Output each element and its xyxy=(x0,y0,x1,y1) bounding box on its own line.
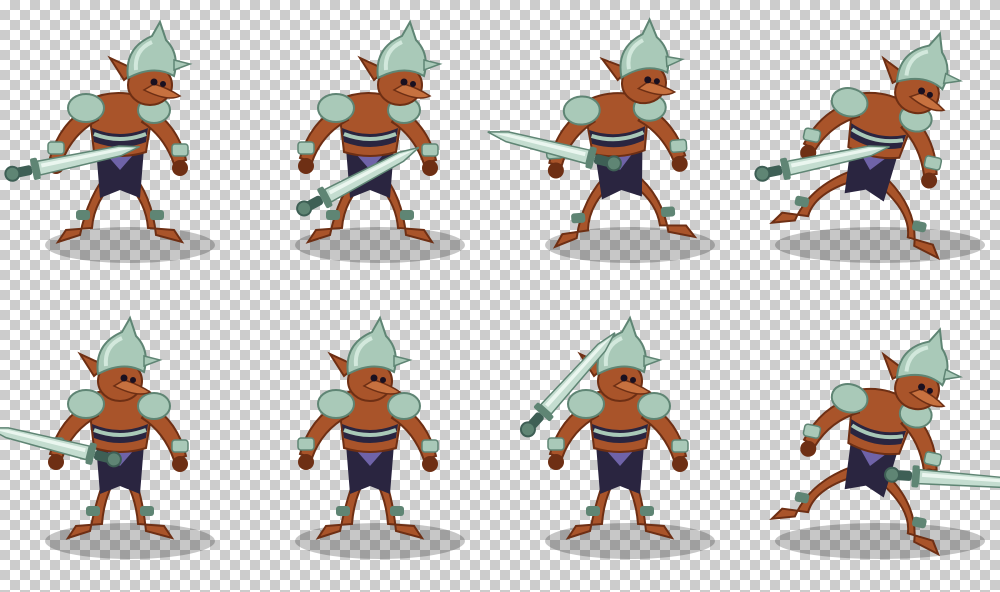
goblin-character xyxy=(295,315,465,559)
sprite-lunge-attack-graphic xyxy=(769,327,1000,559)
goblin-character xyxy=(295,19,465,263)
goblin-character xyxy=(487,17,715,263)
eye xyxy=(400,78,408,86)
sprite-idle-1 xyxy=(0,0,250,296)
shoulder-pad xyxy=(67,389,105,419)
sprite-front-1 xyxy=(0,296,250,592)
ground-shadow xyxy=(45,523,215,559)
goblin-character xyxy=(4,19,215,263)
eye xyxy=(120,374,128,382)
sprite-run xyxy=(750,0,1000,296)
eye xyxy=(370,374,378,382)
goblin-head xyxy=(327,315,413,402)
sprite-attack-raise xyxy=(500,296,750,592)
sprite-front-2 xyxy=(250,296,500,592)
sprite-idle-1-graphic xyxy=(4,19,215,263)
shoulder-pad xyxy=(317,389,355,419)
goblin-character xyxy=(754,31,985,263)
shoulder-pad xyxy=(67,93,105,123)
eye xyxy=(150,78,158,86)
sprite-idle-2 xyxy=(250,0,500,296)
sprite-attack-raise-graphic xyxy=(519,315,715,559)
sprite-idle-3-graphic xyxy=(487,17,715,263)
sprite-idle-3 xyxy=(487,0,750,296)
sprite-front-2-graphic xyxy=(295,315,465,559)
eye xyxy=(620,374,628,382)
goblin-head xyxy=(77,315,163,402)
sprite-lunge-attack xyxy=(750,296,1000,592)
sprite-run-graphic xyxy=(754,31,985,263)
ground-shadow xyxy=(775,523,985,559)
ground-shadow xyxy=(545,523,715,559)
goblin-character xyxy=(769,327,1000,559)
ground-shadow xyxy=(775,227,985,263)
helmet xyxy=(619,17,670,80)
ground-shadow xyxy=(295,523,465,559)
goblin-character xyxy=(519,315,715,559)
sword xyxy=(884,465,1000,489)
goblin-character xyxy=(0,315,215,559)
shoulder-pad xyxy=(567,389,605,419)
shoulder-pad xyxy=(317,93,355,123)
sprite-front-1-graphic xyxy=(0,315,215,559)
sprite-idle-2-graphic xyxy=(295,19,465,263)
sprite-sheet xyxy=(0,0,1000,592)
